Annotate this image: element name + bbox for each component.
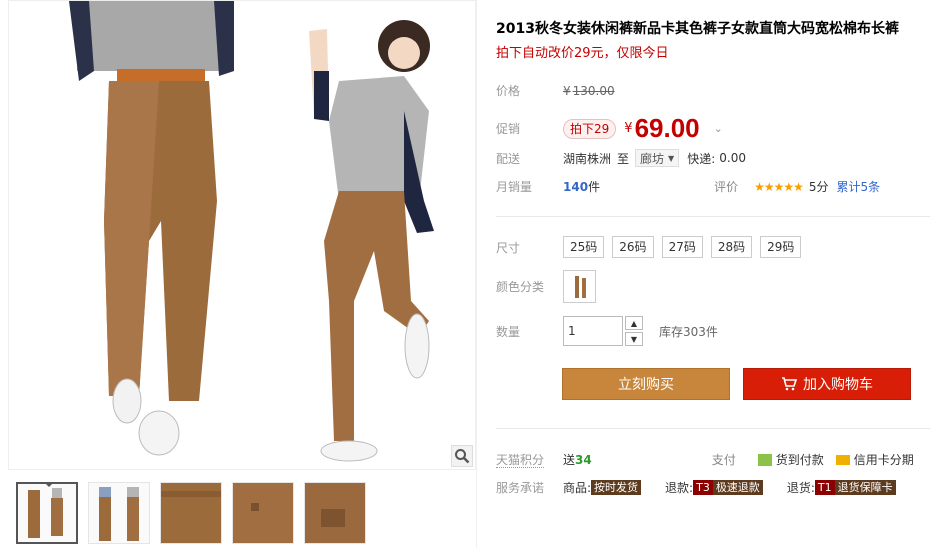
color-row: 颜色分类 [496,270,596,303]
star-rating-icon: ★★★★★ [754,179,804,194]
chevron-down-icon[interactable]: ⌄ [714,122,723,135]
size-option-25[interactable]: 25码 [563,236,605,258]
thumbnail-3[interactable] [160,482,222,544]
express-label: 快递: [687,151,716,166]
service-row: 服务承诺 商品: 按时发货 退款: T3 极速退款 退货: T1 退货保障卡 [496,479,896,496]
add-to-cart-label: 加入购物车 [803,377,873,393]
refund-tag[interactable]: 极速退款 [712,480,763,495]
column-divider [476,0,477,548]
promo-price: 69.00 [634,113,700,143]
points-label[interactable]: 天猫积分 [496,451,563,468]
goods-tag[interactable]: 按时发货 [591,480,642,495]
color-label: 颜色分类 [496,280,545,294]
promo-label: 促销 [496,122,521,136]
sales-label: 月销量 [496,180,533,194]
product-subtitle: 拍下自动改价29元，仅限今日 [496,46,669,61]
points-send: 送 [563,453,576,467]
refund-label: 退款: [665,481,694,495]
thumbnail-1[interactable] [16,482,78,544]
credit-badge: 信用卡分期 [835,451,914,468]
add-to-cart-button[interactable]: 加入购物车 [743,368,911,400]
price-row: 价格 ¥130.00 [496,82,615,99]
quantity-label: 数量 [496,324,521,339]
rating-score: 5分 [808,180,829,194]
quantity-stepper: ▲ ▼ [625,316,643,346]
service-label: 服务承诺 [496,481,545,495]
color-swatch-khaki[interactable] [563,270,596,303]
sales-count: 140 [563,179,589,194]
zoom-icon[interactable] [451,445,473,467]
sales-unit: 件 [588,180,601,194]
product-photo [69,1,434,462]
thumbnail-5[interactable] [304,482,366,544]
size-label: 尺寸 [496,240,521,255]
cod-icon [757,453,772,466]
main-product-image[interactable] [8,0,476,470]
return-label: 退货: [786,481,815,495]
promo-row: 促销 拍下29 ¥ 69.00 ⌄ [496,113,723,144]
divider [496,428,930,429]
size-option-27[interactable]: 27码 [661,236,703,258]
cod-badge: 货到付款 [757,451,824,468]
product-title: 2013秋冬女装休闲裤新品卡其色裤子女款直筒大码宽松棉布长裤 [496,21,899,37]
promo-currency: ¥ [624,121,633,136]
credit-card-icon [835,454,850,465]
promo-tag: 拍下29 [563,118,617,139]
rating-label: 评价 [714,180,739,194]
return-code: T1 [814,480,835,495]
thumbnail-strip [16,482,366,544]
quantity-input[interactable]: 1 [563,316,623,346]
chevron-down-icon: ▼ [668,153,675,163]
size-option-28[interactable]: 28码 [710,236,753,258]
stock-count: 库存303件 [659,324,718,339]
return-tag[interactable]: 退货保障卡 [834,480,896,495]
sales-row: 月销量 140 件 评价 ★★★★★ 5分 累计5条 [496,178,880,195]
shipping-label: 配送 [496,151,521,166]
size-option-26[interactable]: 26码 [612,236,654,258]
size-option-29[interactable]: 29码 [760,236,802,258]
increase-icon[interactable]: ▲ [625,316,643,330]
pay-label: 支付 [711,453,736,467]
refund-code: T3 [693,480,713,495]
thumbnail-4[interactable] [232,482,294,544]
goods-label: 商品: [563,481,592,495]
express-fee: 0.00 [719,151,746,165]
shipping-row: 配送 湖南株洲 至 廊坊 ▼ 快递: 0.00 [496,149,746,167]
review-count-link[interactable]: 累计5条 [837,178,881,195]
quantity-row: 数量 1 ▲ ▼ 库存303件 [496,316,718,346]
divider [496,216,930,217]
destination-select[interactable]: 廊坊 ▼ [635,149,680,167]
points-row: 天猫积分 送 34 支付 货到付款 信用卡分期 [496,451,914,468]
price-label: 价格 [496,84,521,98]
buy-now-button[interactable]: 立刻购买 [562,368,730,400]
shipping-origin: 湖南株洲 [563,151,612,166]
product-page: 2013秋冬女装休闲裤新品卡其色裤子女款直筒大码宽松棉布长裤 拍下自动改价29元… [0,0,930,548]
shipping-to: 至 [617,151,630,166]
original-price: ¥130.00 [563,83,615,98]
cart-icon [782,377,797,391]
thumbnail-2[interactable] [88,482,150,544]
size-row: 尺寸 25码 26码 27码 28码 29码 [496,236,809,258]
decrease-icon[interactable]: ▼ [625,332,643,346]
points-value: 34 [575,452,592,467]
